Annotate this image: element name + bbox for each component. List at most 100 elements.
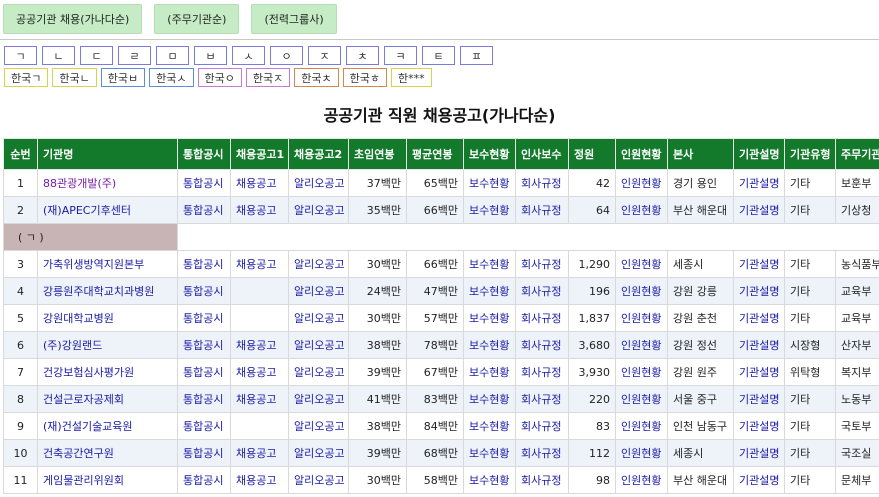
- index-korea-button[interactable]: 한국ㅈ: [245, 68, 291, 87]
- cell-org[interactable]: 게임물관리위원회: [37, 466, 178, 494]
- cell-hr[interactable]: 회사규정: [515, 439, 569, 467]
- tab-by-ministry[interactable]: (주무기관순): [154, 4, 240, 34]
- index-letter-button[interactable]: ㄹ: [118, 46, 151, 65]
- cell-staff[interactable]: 인원현황: [615, 304, 668, 332]
- index-letter-button[interactable]: ㅍ: [460, 46, 493, 65]
- cell-desc[interactable]: 기관설명: [733, 331, 785, 359]
- index-letter-button[interactable]: ㄴ: [42, 46, 75, 65]
- cell-desc[interactable]: 기관설명: [733, 385, 785, 413]
- cell-hr[interactable]: 회사규정: [515, 412, 569, 440]
- cell-recruit1[interactable]: 채용공고: [230, 385, 289, 413]
- tab-power-group[interactable]: (전력그룹사): [251, 4, 337, 34]
- cell-disclosure[interactable]: 통합공시: [177, 196, 231, 224]
- cell-pay[interactable]: 보수현황: [463, 304, 516, 332]
- cell-pay[interactable]: 보수현황: [463, 358, 516, 386]
- cell-recruit2[interactable]: 알리오공고: [288, 169, 349, 197]
- cell-recruit1[interactable]: 채용공고: [230, 466, 289, 494]
- cell-staff[interactable]: 인원현황: [615, 250, 668, 278]
- cell-disclosure[interactable]: 통합공시: [177, 466, 231, 494]
- cell-staff[interactable]: 인원현황: [615, 358, 668, 386]
- cell-hr[interactable]: 회사규정: [515, 277, 569, 305]
- index-korea-button[interactable]: 한국ㅅ: [149, 68, 194, 87]
- index-letter-button[interactable]: ㅋ: [384, 46, 417, 65]
- cell-recruit2[interactable]: 알리오공고: [288, 304, 349, 332]
- cell-recruit2[interactable]: 알리오공고: [288, 196, 349, 224]
- cell-pay[interactable]: 보수현황: [463, 331, 516, 359]
- cell-recruit2[interactable]: 알리오공고: [288, 331, 349, 359]
- index-korea-button[interactable]: 한국ㅊ: [294, 68, 339, 87]
- cell-hr[interactable]: 회사규정: [515, 331, 569, 359]
- index-letter-button[interactable]: ㅇ: [270, 46, 303, 65]
- index-letter-button[interactable]: ㄱ: [4, 46, 37, 65]
- cell-recruit2[interactable]: 알리오공고: [288, 385, 349, 413]
- cell-org[interactable]: 건설근로자공제회: [37, 385, 178, 413]
- cell-hr[interactable]: 회사규정: [515, 358, 569, 386]
- index-letter-button[interactable]: ㅁ: [156, 46, 189, 65]
- index-letter-button[interactable]: ㅈ: [308, 46, 341, 65]
- cell-disclosure[interactable]: 통합공시: [177, 277, 231, 305]
- cell-recruit2[interactable]: 알리오공고: [288, 439, 349, 467]
- cell-disclosure[interactable]: 통합공시: [177, 385, 231, 413]
- cell-recruit1[interactable]: 채용공고: [230, 169, 289, 197]
- cell-disclosure[interactable]: 통합공시: [177, 169, 231, 197]
- cell-hr[interactable]: 회사규정: [515, 304, 569, 332]
- index-korea-button[interactable]: 한***: [391, 68, 432, 87]
- cell-recruit1[interactable]: 채용공고: [230, 250, 289, 278]
- cell-staff[interactable]: 인원현황: [615, 439, 668, 467]
- index-letter-button[interactable]: ㅌ: [422, 46, 455, 65]
- cell-pay[interactable]: 보수현황: [463, 250, 516, 278]
- cell-org[interactable]: (재)APEC기후센터: [37, 196, 178, 224]
- cell-hr[interactable]: 회사규정: [515, 196, 569, 224]
- cell-recruit2[interactable]: 알리오공고: [288, 412, 349, 440]
- index-letter-button[interactable]: ㅊ: [346, 46, 379, 65]
- cell-staff[interactable]: 인원현황: [615, 331, 668, 359]
- cell-staff[interactable]: 인원현황: [615, 169, 668, 197]
- cell-recruit1[interactable]: 채용공고: [230, 331, 289, 359]
- cell-staff[interactable]: 인원현황: [615, 385, 668, 413]
- cell-desc[interactable]: 기관설명: [733, 169, 785, 197]
- cell-desc[interactable]: 기관설명: [733, 196, 785, 224]
- cell-org[interactable]: 건축공간연구원: [37, 439, 178, 467]
- cell-pay[interactable]: 보수현황: [463, 277, 516, 305]
- cell-pay[interactable]: 보수현황: [463, 196, 516, 224]
- cell-desc[interactable]: 기관설명: [733, 358, 785, 386]
- cell-recruit1[interactable]: 채용공고: [230, 439, 289, 467]
- cell-pay[interactable]: 보수현황: [463, 385, 516, 413]
- cell-desc[interactable]: 기관설명: [733, 250, 785, 278]
- cell-org[interactable]: 건강보험심사평가원: [37, 358, 178, 386]
- cell-desc[interactable]: 기관설명: [733, 466, 785, 494]
- index-korea-button[interactable]: 한국ㅂ: [100, 68, 146, 87]
- cell-pay[interactable]: 보수현황: [463, 412, 516, 440]
- cell-hr[interactable]: 회사규정: [515, 385, 569, 413]
- cell-staff[interactable]: 인원현황: [615, 466, 668, 494]
- tab-alphabetical[interactable]: 공공기관 채용(가나다순): [3, 4, 143, 34]
- cell-pay[interactable]: 보수현황: [463, 439, 516, 467]
- cell-staff[interactable]: 인원현황: [615, 196, 668, 224]
- cell-staff[interactable]: 인원현황: [615, 277, 668, 305]
- index-letter-button[interactable]: ㅅ: [232, 46, 265, 65]
- cell-desc[interactable]: 기관설명: [733, 439, 785, 467]
- cell-disclosure[interactable]: 통합공시: [177, 439, 231, 467]
- cell-org[interactable]: (주)강원랜드: [37, 331, 178, 359]
- cell-recruit2[interactable]: 알리오공고: [288, 277, 349, 305]
- cell-disclosure[interactable]: 통합공시: [177, 331, 231, 359]
- cell-recruit2[interactable]: 알리오공고: [288, 466, 349, 494]
- cell-recruit1[interactable]: 채용공고: [230, 196, 289, 224]
- index-korea-button[interactable]: 한국ㄴ: [52, 68, 97, 87]
- cell-org[interactable]: 강원대학교병원: [37, 304, 178, 332]
- cell-hr[interactable]: 회사규정: [515, 250, 569, 278]
- cell-staff[interactable]: 인원현황: [615, 412, 668, 440]
- index-korea-button[interactable]: 한국ㅇ: [197, 68, 242, 87]
- cell-disclosure[interactable]: 통합공시: [177, 304, 231, 332]
- cell-recruit1[interactable]: 채용공고: [230, 358, 289, 386]
- index-letter-button[interactable]: ㅂ: [194, 46, 227, 65]
- cell-org[interactable]: (재)건설기술교육원: [37, 412, 178, 440]
- cell-org[interactable]: 88관광개발(주): [37, 169, 178, 197]
- cell-org[interactable]: 강릉원주대학교치과병원: [37, 277, 178, 305]
- cell-desc[interactable]: 기관설명: [733, 412, 785, 440]
- cell-org[interactable]: 가축위생방역지원본부: [37, 250, 178, 278]
- cell-disclosure[interactable]: 통합공시: [177, 250, 231, 278]
- cell-hr[interactable]: 회사규정: [515, 169, 569, 197]
- cell-desc[interactable]: 기관설명: [733, 304, 785, 332]
- index-letter-button[interactable]: ㄷ: [80, 46, 113, 65]
